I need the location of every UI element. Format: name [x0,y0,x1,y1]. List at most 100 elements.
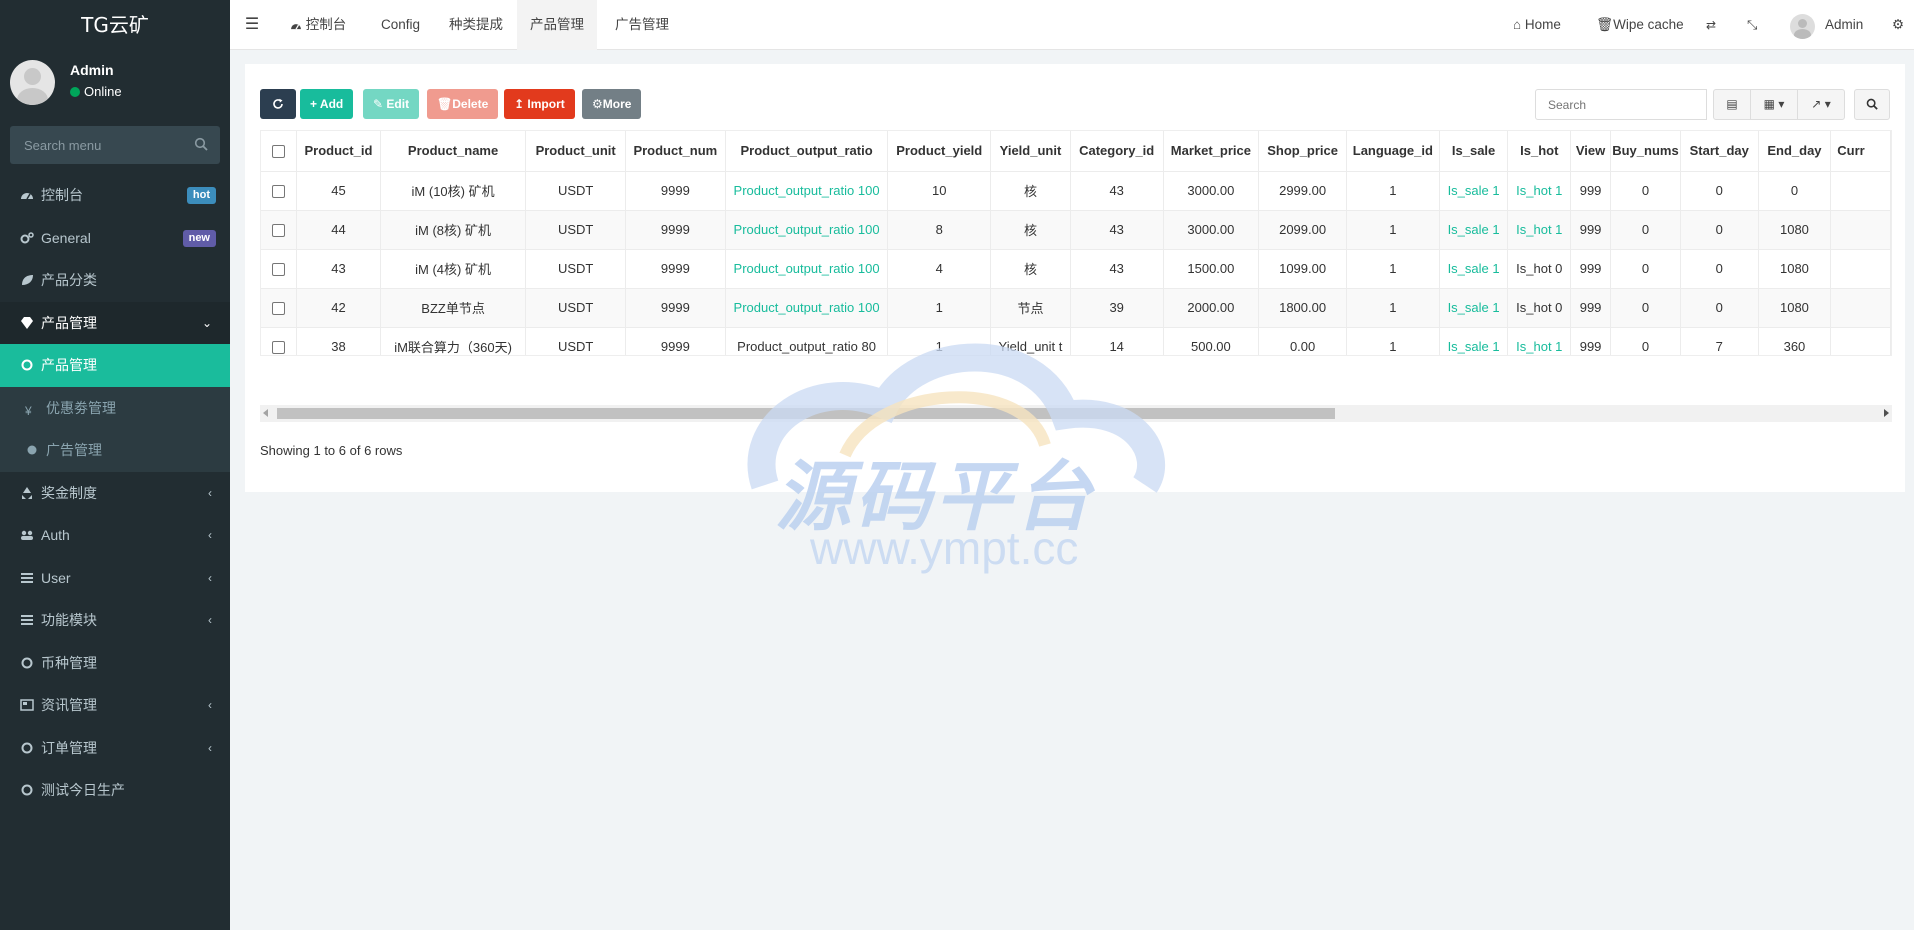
table-row[interactable]: 42 BZZ单节点 USDT 9999 Product_output_ratio 100… [261,288,1891,328]
tab-product-management[interactable]: 产品管理 [517,0,597,50]
more-button[interactable]: ⚙More [582,89,642,119]
scrollbar-thumb[interactable] [277,408,1335,419]
circle-o-icon [21,359,33,371]
tab-commission-type[interactable]: 种类提成 [449,0,503,50]
cell-is-sale[interactable]: Is_sale 1 [1439,249,1509,289]
column-header-product-yield[interactable]: Product_yield [887,131,992,172]
column-header-product-id[interactable]: Product_id [296,131,381,172]
search-icon[interactable] [194,137,208,151]
sidebar-item-user[interactable]: User ‹ [0,557,230,600]
sidebar-item-test-production[interactable]: 测试今日生产 [0,769,230,812]
tab-config[interactable]: Config [381,0,420,50]
cell-product-output-ratio[interactable]: Product_output_ratio 100 [725,171,889,211]
sidebar-item-auth[interactable]: Auth ‹ [0,514,230,557]
tab-ad-management[interactable]: 广告管理 [615,0,669,50]
tab-label: 控制台 [305,17,347,32]
add-label: Add [319,97,344,111]
table-row[interactable]: 45 iM (10核) 矿机 USDT 9999 Product_output_rati… [261,171,1891,211]
sidebar-item-orders[interactable]: 订单管理 ‹ [0,727,230,770]
sidebar-item-coupon-management[interactable]: ¥ 优惠劵管理 [0,386,230,429]
table-search-input[interactable] [1535,89,1707,120]
admin-menu[interactable]: Admin [1825,0,1863,50]
translate-icon[interactable]: ⇄ [1706,0,1716,50]
table-row[interactable]: 44 iM (8核) 矿机 USDT 9999 Product_output_ratio… [261,210,1891,250]
chevron-down-icon: ⌄ [201,315,212,330]
cell-is-hot[interactable]: Is_hot 1 [1507,210,1572,250]
column-header-curr[interactable]: Curr [1830,131,1891,172]
sidebar-item-bonus-system[interactable]: 奖金制度 ‹ [0,472,230,515]
export-dropdown[interactable]: ↗ ▾ [1797,89,1845,120]
sidebar-item-product-management[interactable]: 产品管理 [0,344,230,387]
sidebar-item-currency[interactable]: 币种管理 [0,642,230,685]
circle-o-icon [21,784,33,796]
caret-down-icon: ▾ [1778,97,1785,111]
sidebar-item-dashboard[interactable]: 控制台 hot [0,174,230,217]
admin-avatar[interactable] [1790,14,1815,39]
sidebar-toggle-icon[interactable]: ☰ [230,0,274,50]
scroll-right-arrow-icon[interactable] [1884,409,1889,417]
table-row[interactable]: 43 iM (4核) 矿机 USDT 9999 Product_output_ratio… [261,249,1891,289]
delete-button[interactable]: 🗑Delete [427,89,499,119]
sidebar-item-modules[interactable]: 功能模块 ‹ [0,599,230,642]
column-header-start-day[interactable]: Start_day [1680,131,1759,172]
row-checkbox[interactable] [261,171,298,211]
tab-dashboard[interactable]: 控制台 [290,0,346,50]
refresh-button[interactable] [260,89,296,119]
row-checkbox[interactable] [261,210,298,250]
cell-is-hot[interactable]: Is_hot 1 [1507,327,1572,355]
cell-product-id: 45 [296,171,381,211]
cell-is-hot[interactable]: Is_hot 1 [1507,171,1572,211]
cell-is-sale[interactable]: Is_sale 1 [1439,288,1509,328]
column-header-market-price[interactable]: Market_price [1163,131,1260,172]
cell-product-name: iM (8核) 矿机 [380,210,527,250]
column-header-yield-unit[interactable]: Yield_unit [990,131,1071,172]
cell-product-output-ratio[interactable]: Product_output_ratio 100 [725,210,889,250]
column-header-product-unit[interactable]: Product_unit [525,131,626,172]
advanced-search-button[interactable] [1854,89,1890,120]
column-header-product-name[interactable]: Product_name [380,131,527,172]
scroll-left-arrow-icon[interactable] [263,409,268,417]
column-header-product-output-ratio[interactable]: Product_output_ratio [725,131,889,172]
settings-gear-icon[interactable]: ⚙ [1892,0,1904,50]
search-menu-input[interactable] [10,126,220,164]
cell-view: 999 [1570,171,1611,211]
home-link[interactable]: ⌂ Home [1513,0,1561,50]
cell-is-sale[interactable]: Is_sale 1 [1439,210,1509,250]
sidebar-item-label: Auth [41,527,70,543]
cell-product-output-ratio[interactable]: Product_output_ratio 100 [725,288,889,328]
row-checkbox[interactable] [261,249,298,289]
app-logo[interactable]: TG云矿 [0,0,230,50]
sidebar-item-news[interactable]: 资讯管理 ‹ [0,684,230,727]
toggle-view-button[interactable]: ▤ [1713,89,1751,120]
cell-product-yield: 1 [887,288,992,328]
column-header-language-id[interactable]: Language_id [1346,131,1440,172]
column-header-product-num[interactable]: Product_num [625,131,726,172]
cell-product-name: BZZ单节点 [380,288,527,328]
row-checkbox[interactable] [261,288,298,328]
column-header-shop-price[interactable]: Shop_price [1258,131,1347,172]
fullscreen-icon[interactable]: ⤡ [1747,0,1757,50]
row-checkbox[interactable] [261,327,298,355]
wipe-cache-button[interactable]: 🗑Wipe cache [1596,0,1684,50]
horizontal-scrollbar[interactable] [260,405,1892,422]
column-header-is-hot[interactable]: Is_hot [1507,131,1572,172]
cell-is-sale[interactable]: Is_sale 1 [1439,327,1509,355]
column-header-is-sale[interactable]: Is_sale [1439,131,1509,172]
add-button[interactable]: + Add [300,89,354,119]
columns-dropdown[interactable]: ▦ ▾ [1750,89,1798,120]
cell-end-day: 1080 [1758,210,1832,250]
edit-button[interactable]: ✎ Edit [363,89,420,119]
column-header-buy-nums[interactable]: Buy_nums [1610,131,1681,172]
sidebar-item-product-management-group[interactable]: 产品管理 ⌄ [0,301,230,344]
table-row[interactable]: 38 iM联合算力（360天) USDT 9999 Product_output_rat… [261,327,1891,355]
column-header-end-day[interactable]: End_day [1758,131,1832,172]
cell-is-sale[interactable]: Is_sale 1 [1439,171,1509,211]
column-header-category-id[interactable]: Category_id [1070,131,1164,172]
sidebar-item-product-category[interactable]: 产品分类 [0,259,230,302]
select-all-checkbox[interactable] [261,131,298,172]
column-header-view[interactable]: View [1570,131,1611,172]
cell-product-output-ratio[interactable]: Product_output_ratio 100 [725,249,889,289]
sidebar-item-ad-management[interactable]: 广告管理 [0,429,230,472]
sidebar-item-general[interactable]: General new [0,217,230,260]
import-button[interactable]: ↥ Import [504,89,575,119]
